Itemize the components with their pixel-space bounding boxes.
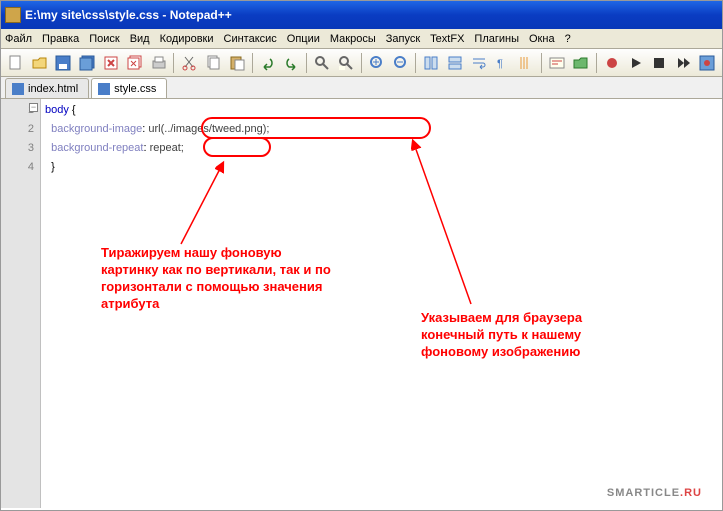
zoom-out-button[interactable] [390,52,412,74]
annotation-text-left: Тиражируем нашу фоновую картинку как по … [101,244,381,312]
indent-guide-button[interactable] [516,52,538,74]
record-button[interactable] [601,52,623,74]
zoom-in-button[interactable] [366,52,388,74]
tabstrip: index.html style.css [1,77,722,99]
save-all-button[interactable] [76,52,98,74]
sync-h-button[interactable] [444,52,466,74]
replace-button[interactable] [335,52,357,74]
watermark: SMARTICLE.RU [607,476,702,502]
tab-label: style.css [114,83,156,95]
file-icon [98,83,110,95]
fold-minus-icon[interactable]: − [29,103,38,112]
menu-edit[interactable]: Правка [42,33,79,45]
line-number: 3 [1,139,34,158]
open-button[interactable] [29,52,51,74]
copy-button[interactable] [202,52,224,74]
play-button[interactable] [625,52,647,74]
tab-index-html[interactable]: index.html [5,78,89,98]
line-gutter: 1 2 3 4 [1,99,41,508]
paste-button[interactable] [226,52,248,74]
menu-file[interactable]: Файл [5,33,32,45]
tab-style-css[interactable]: style.css [91,78,167,98]
menu-help[interactable]: ? [565,33,571,45]
menu-syntax[interactable]: Синтаксис [224,33,277,45]
menu-plugins[interactable]: Плагины [474,33,519,45]
find-button[interactable] [311,52,333,74]
folder-button[interactable] [570,52,592,74]
titlebar: E:\my site\css\style.css - Notepad++ [1,1,722,29]
menu-view[interactable]: Вид [130,33,150,45]
redo-button[interactable] [281,52,303,74]
annotation-text-right: Указываем для браузера конечный путь к н… [421,309,661,360]
line-number: 4 [1,158,34,177]
save-button[interactable] [53,52,75,74]
menubar: Файл Правка Поиск Вид Кодировки Синтакси… [1,29,722,49]
close-all-button[interactable] [124,52,146,74]
watermark-main: SMARTICLE [607,487,680,499]
lang-button[interactable] [546,52,568,74]
menu-textfx[interactable]: TextFX [430,33,464,45]
menu-encoding[interactable]: Кодировки [160,33,214,45]
undo-button[interactable] [257,52,279,74]
menu-macros[interactable]: Макросы [330,33,376,45]
svg-text:¶: ¶ [497,58,503,70]
cut-button[interactable] [178,52,200,74]
editor: 1 2 3 4 − body { background-image: url(.… [1,99,722,508]
print-button[interactable] [148,52,170,74]
save-macro-button[interactable] [696,52,718,74]
app-icon [5,7,21,23]
window-title: E:\my site\css\style.css - Notepad++ [25,8,232,22]
menu-run[interactable]: Запуск [386,33,420,45]
watermark-suffix: .RU [680,487,702,499]
menu-options[interactable]: Опции [287,33,320,45]
stop-button[interactable] [648,52,670,74]
file-icon [12,83,24,95]
wrap-button[interactable] [468,52,490,74]
line-number: 2 [1,120,34,139]
tab-label: index.html [28,83,78,95]
toolbar: ¶ [1,49,722,77]
show-all-button[interactable]: ¶ [492,52,514,74]
code-area[interactable]: − body { background-image: url(../images… [41,99,722,508]
close-button[interactable] [100,52,122,74]
menu-search[interactable]: Поиск [89,33,119,45]
menu-windows[interactable]: Окна [529,33,555,45]
new-button[interactable] [5,52,27,74]
sync-v-button[interactable] [420,52,442,74]
play-multi-button[interactable] [672,52,694,74]
